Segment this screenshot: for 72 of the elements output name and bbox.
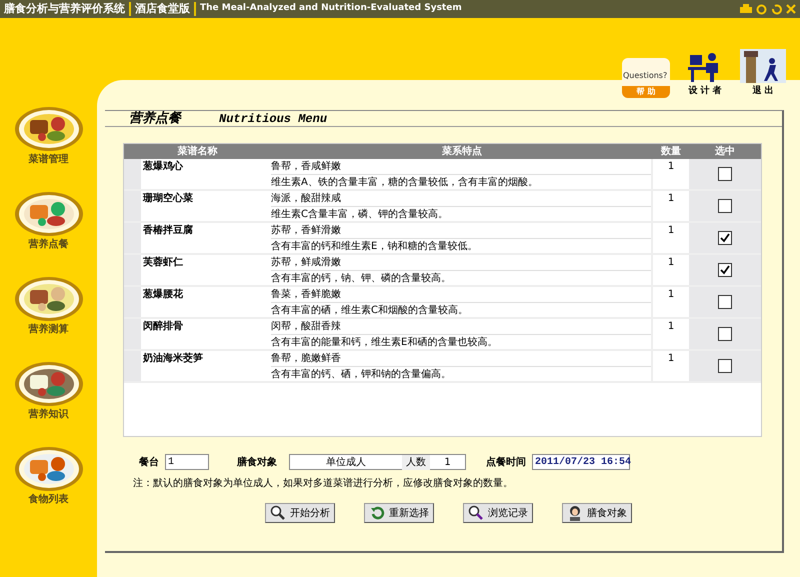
quantity: 1 (666, 352, 676, 366)
app-subtitle: The Meal-Analyzed and Nutrition-Evaluated System (200, 2, 462, 16)
dish-note: 维生素A、铁的含量丰富，糖的含量较低，含有丰富的烟酸。 (271, 176, 539, 190)
dish-name: 芙蓉虾仁 (142, 256, 184, 270)
time-label: 点餐时间 (486, 456, 526, 470)
undo-icon[interactable] (771, 4, 782, 14)
table-field[interactable]: 1 (165, 454, 209, 470)
target-label: 膳食对象 (237, 455, 277, 470)
dish-name: 奶油海米茭笋 (142, 352, 204, 366)
magnifier-icon (468, 505, 484, 521)
dish-style: 鲁帮，香咸鲜嫩 (271, 159, 651, 175)
note-text: 注：默认的膳食对象为单位成人，如果对多道菜谱进行分析，应修改膳食对象的数量。 (132, 476, 514, 491)
quantity: 1 (666, 320, 676, 334)
dish-note: 含有丰富的钙、硒，钾和钠的含量偏高。 (271, 368, 452, 382)
sidebar-item[interactable]: 营养测算 (28, 322, 68, 337)
column-header: 菜谱名称 (176, 144, 218, 159)
dish-style: 闵帮，酸甜香辣 (271, 319, 651, 335)
help-button[interactable]: Questions? 帮 助 (622, 58, 670, 98)
sidebar-item[interactable]: 食物列表 (28, 492, 68, 507)
dish-note: 维生素C含量丰富，磷、钾的含量较高。 (271, 208, 449, 222)
dish-style: 海派，酸甜辣咸 (271, 191, 651, 207)
edition-title: 酒店食堂版 (135, 0, 190, 17)
dish-note: 含有丰富的能量和钙，维生素E和硒的含量也较高。 (271, 336, 498, 350)
sidebar-item[interactable]: 菜谱管理 (28, 152, 68, 167)
select-checkbox[interactable] (718, 359, 732, 373)
quantity: 1 (666, 224, 676, 238)
select-checkbox[interactable] (718, 295, 732, 309)
dish-note: 含有丰富的硒，维生素C和烟酸的含量较高。 (271, 304, 469, 318)
dish-style: 鲁菜，香鲜脆嫩 (271, 287, 651, 303)
select-checkbox[interactable] (718, 167, 732, 181)
sidebar-item[interactable]: 营养知识 (28, 407, 68, 422)
time-field[interactable]: 2011/07/23 16:54 (532, 454, 630, 470)
quantity: 1 (666, 256, 676, 270)
quantity: 1 (666, 192, 676, 206)
quantity: 1 (666, 288, 676, 302)
dish-name: 葱爆鸡心 (142, 159, 184, 174)
magnifier-icon (270, 505, 286, 521)
app-title: 膳食分析与营养评价系统 (4, 0, 125, 17)
action-button[interactable]: 开始分析 (265, 503, 335, 523)
check-icon (720, 233, 730, 243)
dish-style: 苏帮，鲜咸滑嫩 (271, 255, 651, 271)
table-label: 餐台 (139, 456, 159, 470)
column-header: 选中 (714, 144, 736, 159)
dish-name: 香椿拌豆腐 (142, 223, 194, 238)
dish-name: 闵醉排骨 (142, 319, 184, 334)
column-header: 数量 (660, 144, 682, 159)
person-icon (567, 505, 583, 521)
dish-name: 葱爆腰花 (142, 288, 184, 302)
sidebar-item[interactable]: 营养点餐 (28, 237, 68, 252)
exit-door-icon (740, 48, 786, 82)
action-button[interactable]: 膳食对象 (562, 503, 632, 523)
select-checkbox[interactable] (718, 327, 732, 341)
close-icon[interactable] (786, 4, 796, 14)
check-icon (720, 265, 730, 275)
action-button[interactable]: 重新选择 (364, 503, 434, 523)
toolbar-label[interactable]: 退 出 (752, 84, 774, 98)
toolbar-label[interactable]: 设 计 者 (688, 84, 722, 98)
panel-title: 营养点餐 (129, 110, 181, 128)
dish-name: 珊瑚空心菜 (142, 191, 194, 206)
action-button[interactable]: 浏览记录 (463, 503, 533, 523)
dish-style: 鲁帮，脆嫩鲜香 (271, 351, 651, 367)
dish-style: 苏帮，香鲜滑嫩 (271, 223, 651, 239)
column-header: 菜系特点 (441, 144, 483, 159)
select-checkbox[interactable] (718, 231, 732, 245)
undo-arrow-icon (369, 505, 385, 521)
target-field[interactable]: 单位成人 人数 1 (289, 454, 466, 470)
quantity: 1 (666, 160, 676, 174)
select-checkbox[interactable] (718, 199, 732, 213)
panel-title-english: Nutritious Menu (219, 110, 328, 128)
dish-note: 含有丰富的钙，钠、钾、磷的含量较高。 (271, 272, 452, 286)
dish-note: 含有丰富的钙和维生素E，钠和糖的含量较低。 (271, 240, 478, 254)
select-checkbox[interactable] (718, 263, 732, 277)
